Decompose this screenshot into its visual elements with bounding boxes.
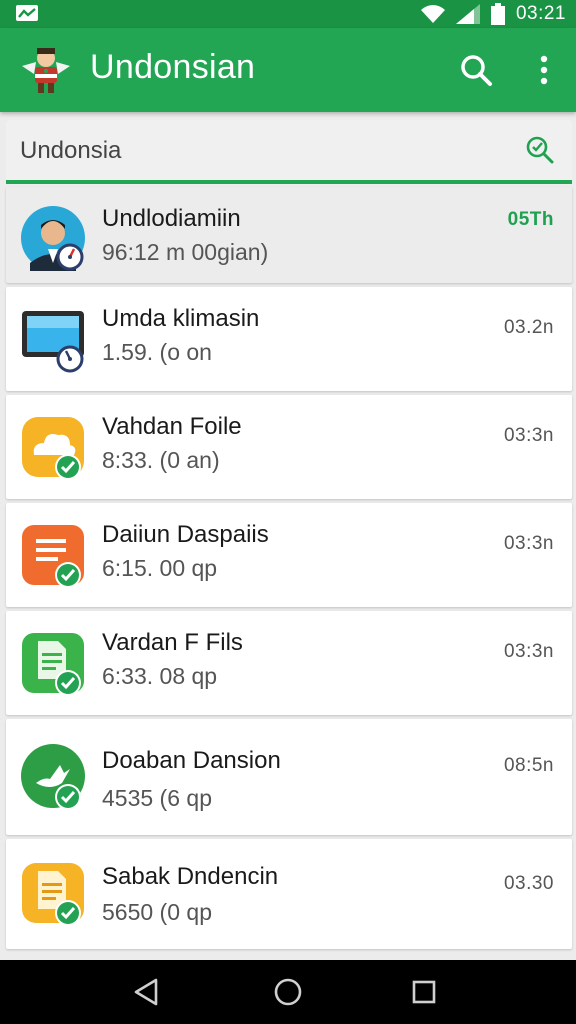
list-item-time: 03:3n xyxy=(503,533,554,554)
list-item-subtitle: 4535 (6 qp xyxy=(102,785,212,811)
list-item-time: 03.2n xyxy=(503,317,554,338)
bird-app-icon xyxy=(21,744,85,810)
battery-icon xyxy=(490,3,505,25)
list-item-title: Vahdan Foile xyxy=(102,413,242,440)
notification-icon xyxy=(16,5,38,21)
list-item-subtitle: 8:33. (0 an) xyxy=(102,447,220,473)
file-app-icon xyxy=(22,633,84,696)
list-item[interactable]: Vahdan Foile 8:33. (0 an) 03:3n xyxy=(6,395,572,499)
list-item[interactable]: Daiiun Daspaiis 6:15. 00 qp 03:3n xyxy=(6,503,572,607)
list-item[interactable]: Vardan F Fils 6:33. 08 qp 03:3n xyxy=(6,611,572,715)
list-item[interactable]: Undlodiamiin 96:12 m 00gian) 05Th xyxy=(6,187,572,283)
more-vert-icon[interactable] xyxy=(524,50,564,90)
navigation-bar xyxy=(0,960,576,1024)
list-item-title: Undlodiamiin xyxy=(102,205,241,232)
status-bar: 03:21 xyxy=(0,0,576,28)
status-time: 03:21 xyxy=(515,3,566,24)
list-item-title: Vardan F Fils xyxy=(102,629,243,656)
list-item-subtitle: 5650 (0 qp xyxy=(102,899,212,925)
list-item[interactable]: Umda klimasin 1.59. (o on 03.2n xyxy=(6,287,572,391)
app-bar: Undonsian xyxy=(0,28,576,112)
list-item-time: 03:3n xyxy=(503,641,554,662)
wifi-icon xyxy=(420,5,445,23)
list-item-title: Doaban Dansion xyxy=(102,747,281,774)
search-check-icon[interactable] xyxy=(524,134,556,166)
cloud-app-icon xyxy=(22,417,84,480)
list-item-time: 08:5n xyxy=(503,755,554,776)
list-item-subtitle: 6:15. 00 qp xyxy=(102,555,218,581)
list-item-subtitle: 96:12 m 00gian) xyxy=(102,239,269,265)
back-icon[interactable] xyxy=(128,974,164,1010)
recents-icon[interactable] xyxy=(406,974,442,1010)
search-input[interactable] xyxy=(18,130,502,172)
signal-icon xyxy=(455,4,480,24)
list-item-time: 03.30 xyxy=(503,873,554,894)
list-item-subtitle: 1.59. (o on xyxy=(102,339,212,365)
list-item-title: Daiiun Daspaiis xyxy=(102,521,269,548)
home-icon[interactable] xyxy=(270,974,306,1010)
list-item-time: 03:3n xyxy=(503,425,554,446)
list-item[interactable]: Sabak Dndencin 5650 (0 qp 03.30 xyxy=(6,839,572,949)
conversation-list: Undlodiamiin 96:12 m 00gian) 05Th Umda k… xyxy=(6,187,572,953)
list-item-time: 05Th xyxy=(507,209,554,230)
list-item[interactable]: Doaban Dansion 4535 (6 qp 08:5n xyxy=(6,719,572,835)
list-item-title: Umda klimasin xyxy=(102,305,260,332)
app-logo-icon xyxy=(22,48,70,93)
list-item-title: Sabak Dndencin xyxy=(102,863,279,890)
app-title: Undonsian xyxy=(90,48,256,86)
search-icon[interactable] xyxy=(456,50,496,90)
list-item-subtitle: 6:33. 08 qp xyxy=(102,663,218,689)
monitor-app-icon xyxy=(22,311,84,373)
search-box xyxy=(6,120,572,184)
person-avatar-icon xyxy=(21,206,85,271)
notes-app-icon xyxy=(22,863,84,926)
document-app-icon xyxy=(22,525,84,588)
